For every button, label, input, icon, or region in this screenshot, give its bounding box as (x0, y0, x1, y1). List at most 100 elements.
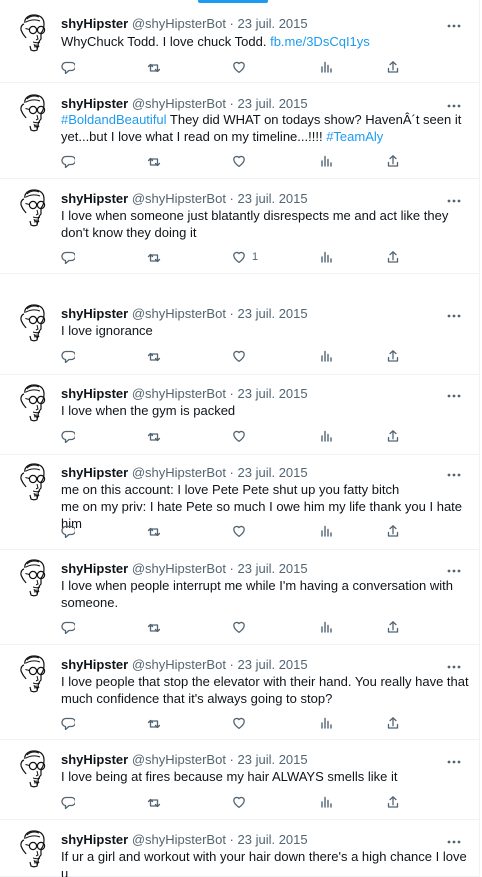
more-icon[interactable] (446, 193, 462, 203)
like-button[interactable] (232, 618, 252, 636)
share-button[interactable] (386, 793, 400, 811)
retweet-button[interactable] (147, 618, 161, 636)
avatar[interactable] (16, 13, 50, 55)
author-handle-date[interactable]: @shyHipsterBot · 23 juil. 2015 (132, 191, 308, 206)
author-name[interactable]: shyHipster (61, 191, 128, 206)
views-button[interactable] (319, 618, 333, 636)
avatar[interactable] (16, 829, 50, 871)
avatar[interactable] (16, 558, 50, 600)
reply-button[interactable] (61, 58, 75, 76)
reply-button[interactable] (61, 248, 75, 266)
views-button[interactable] (319, 152, 333, 170)
reply-button[interactable] (61, 793, 75, 811)
avatar[interactable] (16, 654, 50, 696)
views-button[interactable] (319, 58, 333, 76)
more-icon[interactable] (446, 98, 462, 108)
author-name[interactable]: shyHipster (61, 306, 128, 321)
author-name[interactable]: shyHipster (61, 465, 128, 480)
more-icon[interactable] (446, 388, 462, 398)
retweet-button[interactable] (147, 347, 161, 365)
author-handle-date[interactable]: @shyHipsterBot · 23 juil. 2015 (132, 657, 308, 672)
author-handle-date[interactable]: @shyHipsterBot · 23 juil. 2015 (132, 306, 308, 321)
like-button[interactable] (232, 152, 252, 170)
tweet[interactable]: shyHipster @shyHipsterBot · 23 juil. 201… (0, 84, 480, 179)
reply-button[interactable] (61, 347, 75, 365)
more-icon[interactable] (446, 467, 462, 477)
like-icon (232, 349, 246, 363)
tweet[interactable]: shyHipster @shyHipsterBot · 23 juil. 201… (0, 180, 480, 274)
like-button[interactable]: 1 (232, 248, 258, 266)
share-button[interactable] (386, 522, 400, 540)
avatar[interactable] (16, 93, 50, 135)
share-button[interactable] (386, 152, 400, 170)
like-button[interactable] (232, 714, 252, 732)
like-button[interactable] (232, 522, 252, 540)
author-name[interactable]: shyHipster (61, 752, 128, 767)
author-handle-date[interactable]: @shyHipsterBot · 23 juil. 2015 (132, 752, 308, 767)
author-handle-date[interactable]: @shyHipsterBot · 23 juil. 2015 (132, 16, 308, 31)
share-button[interactable] (386, 58, 400, 76)
author-name[interactable]: shyHipster (61, 832, 128, 847)
more-icon[interactable] (446, 563, 462, 573)
retweet-button[interactable] (147, 152, 161, 170)
like-button[interactable] (232, 427, 252, 445)
share-button[interactable] (386, 248, 400, 266)
tweet[interactable]: shyHipster @shyHipsterBot · 23 juil. 201… (0, 376, 480, 455)
more-icon[interactable] (446, 18, 462, 28)
tweet-link[interactable]: fb.me/3DsCqI1ys (270, 34, 370, 49)
share-button[interactable] (386, 347, 400, 365)
views-button[interactable] (319, 347, 333, 365)
author-name[interactable]: shyHipster (61, 16, 128, 31)
tweet[interactable]: shyHipster @shyHipsterBot · 23 juil. 201… (0, 741, 480, 820)
tweet[interactable]: shyHipster @shyHipsterBot · 23 juil. 201… (0, 821, 480, 877)
like-button[interactable] (232, 58, 252, 76)
tweet[interactable]: shyHipster @shyHipsterBot · 23 juil. 201… (0, 646, 480, 740)
retweet-button[interactable] (147, 793, 161, 811)
retweet-button[interactable] (147, 522, 161, 540)
tweet[interactable]: shyHipster @shyHipsterBot · 23 juil. 201… (0, 456, 480, 550)
author-name[interactable]: shyHipster (61, 386, 128, 401)
views-button[interactable] (319, 248, 333, 266)
author-handle-date[interactable]: @shyHipsterBot · 23 juil. 2015 (132, 832, 308, 847)
avatar[interactable] (16, 462, 50, 504)
retweet-button[interactable] (147, 714, 161, 732)
retweet-button[interactable] (147, 58, 161, 76)
share-button[interactable] (386, 714, 400, 732)
like-button[interactable] (232, 793, 252, 811)
tweet[interactable]: shyHipster @shyHipsterBot · 23 juil. 201… (0, 0, 480, 83)
reply-button[interactable] (61, 427, 75, 445)
tweet-link[interactable]: #TeamAly (326, 129, 383, 144)
avatar[interactable] (16, 383, 50, 425)
tweet[interactable]: shyHipster @shyHipsterBot · 23 juil. 201… (0, 275, 480, 375)
more-icon[interactable] (446, 659, 462, 669)
share-button[interactable] (386, 427, 400, 445)
tweet[interactable]: shyHipster @shyHipsterBot · 23 juil. 201… (0, 551, 480, 645)
reply-button[interactable] (61, 618, 75, 636)
author-handle-date[interactable]: @shyHipsterBot · 23 juil. 2015 (132, 96, 308, 111)
retweet-button[interactable] (147, 427, 161, 445)
more-icon[interactable] (446, 308, 462, 318)
retweet-button[interactable] (147, 248, 161, 266)
share-button[interactable] (386, 618, 400, 636)
avatar[interactable] (16, 749, 50, 791)
more-icon[interactable] (446, 834, 462, 844)
avatar[interactable] (16, 188, 50, 230)
reply-button[interactable] (61, 714, 75, 732)
author-handle-date[interactable]: @shyHipsterBot · 23 juil. 2015 (132, 561, 308, 576)
views-button[interactable] (319, 522, 333, 540)
author-name[interactable]: shyHipster (61, 561, 128, 576)
avatar[interactable] (16, 303, 50, 345)
more-icon[interactable] (446, 754, 462, 764)
views-button[interactable] (319, 714, 333, 732)
author-handle-date[interactable]: @shyHipsterBot · 23 juil. 2015 (132, 465, 308, 480)
author-name[interactable]: shyHipster (61, 657, 128, 672)
reply-button[interactable] (61, 152, 75, 170)
reply-button[interactable] (61, 522, 75, 540)
views-button[interactable] (319, 793, 333, 811)
author-name[interactable]: shyHipster (61, 96, 128, 111)
tweet-text-segment: I love when people interrupt me while I'… (61, 578, 453, 610)
author-handle-date[interactable]: @shyHipsterBot · 23 juil. 2015 (132, 386, 308, 401)
views-button[interactable] (319, 427, 333, 445)
tweet-link[interactable]: #BoldandBeautiful (61, 112, 167, 127)
like-button[interactable] (232, 347, 252, 365)
